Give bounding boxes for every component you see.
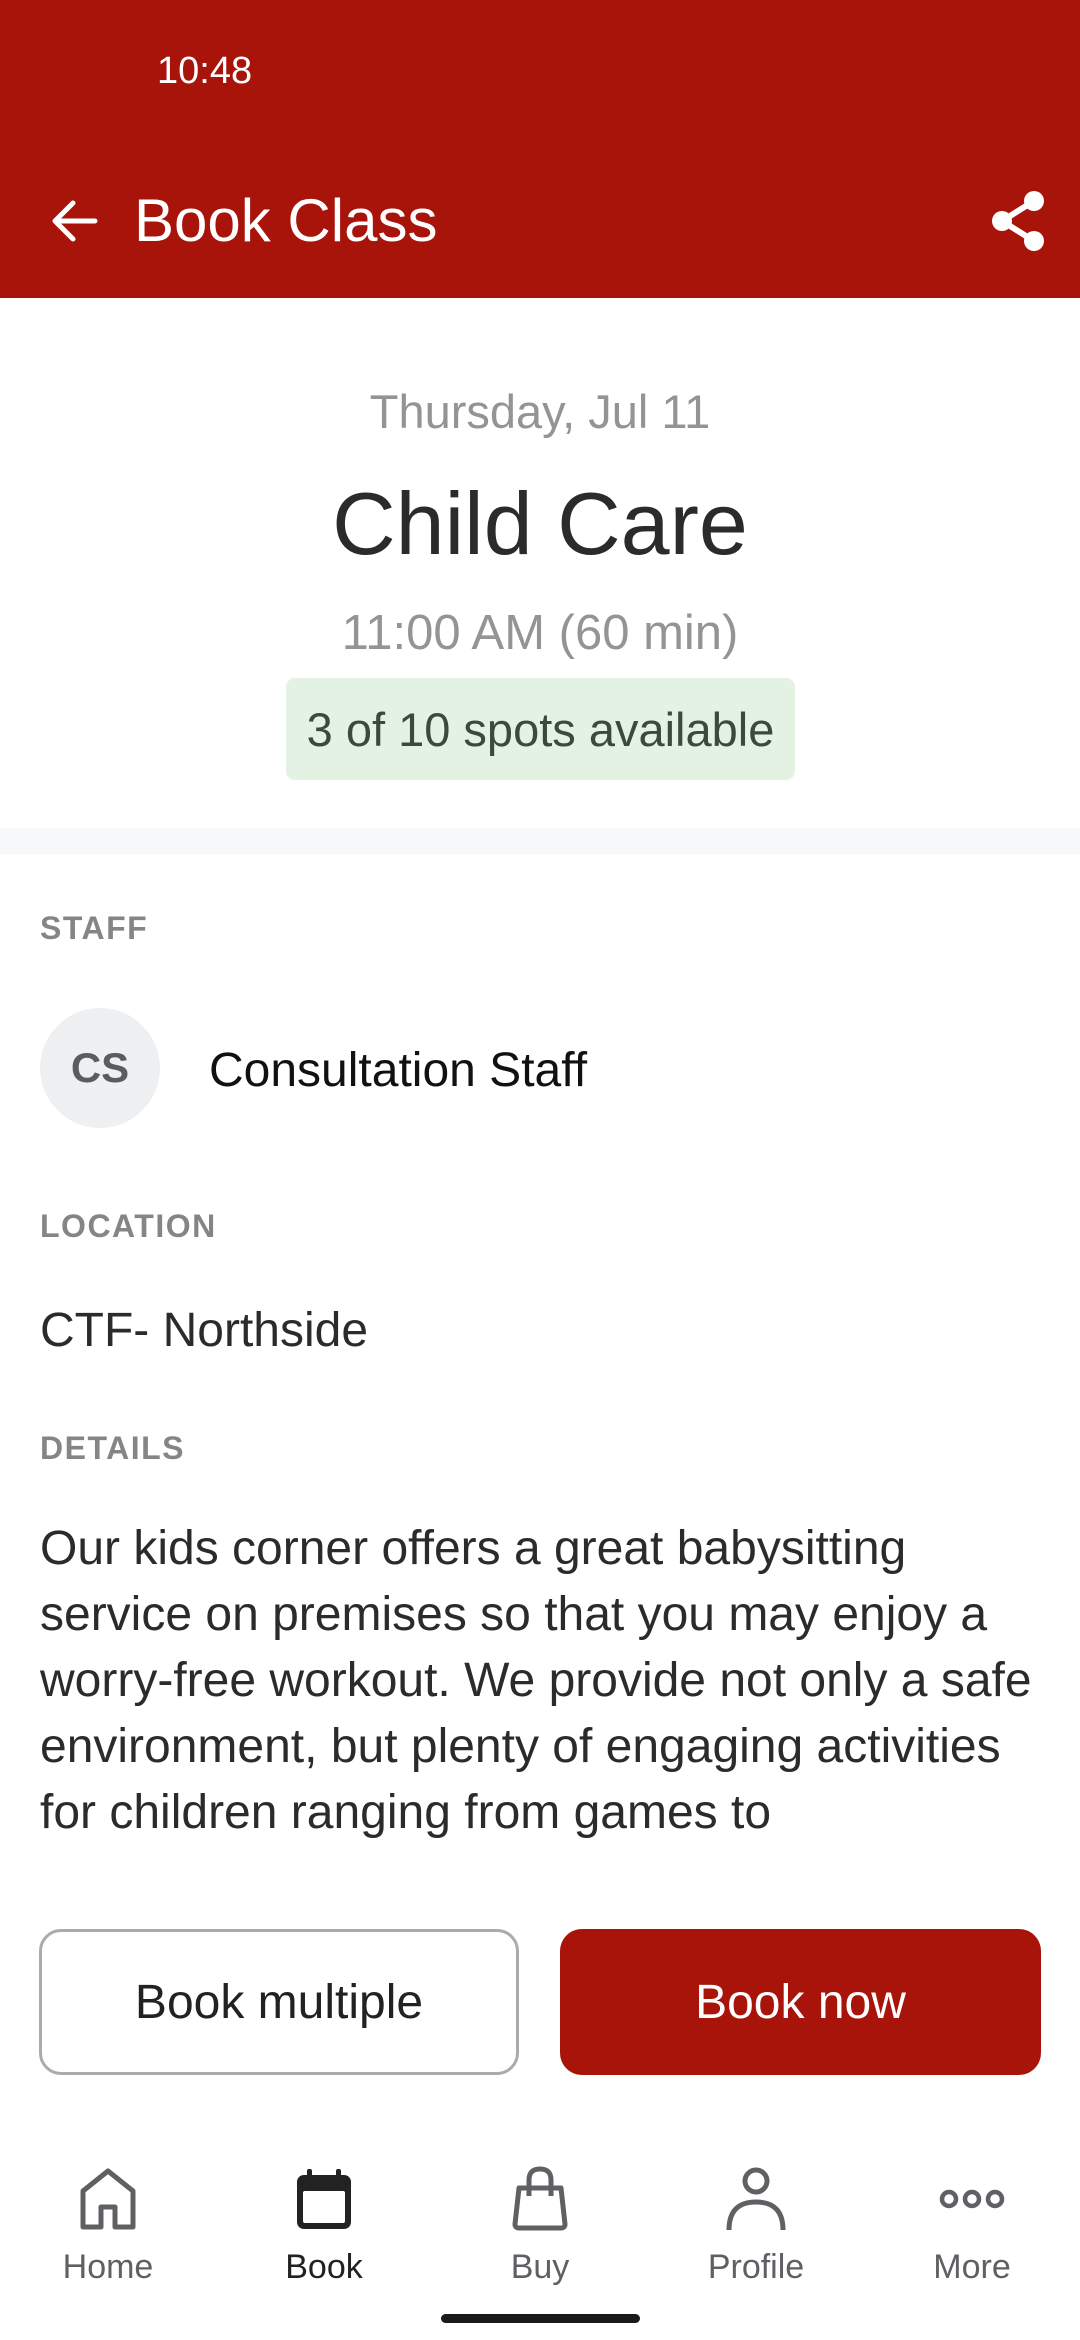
- nav-item-book[interactable]: Book: [216, 2150, 432, 2290]
- app-header: 10:48 Book Class: [0, 0, 1080, 298]
- class-title: Child Care: [332, 474, 748, 573]
- home-indicator[interactable]: [441, 2314, 640, 2323]
- class-time: 11:00 AM (60 min): [341, 606, 739, 660]
- class-date: Thursday, Jul 11: [369, 385, 711, 438]
- location-value: CTF- Northside: [40, 1304, 369, 1357]
- home-icon: [80, 2168, 136, 2230]
- profile-icon: [726, 2167, 786, 2231]
- more-icon: [939, 2189, 1005, 2209]
- details-scroll-area[interactable]: Our kids corner offers a great babysitti…: [40, 1516, 1050, 1862]
- details-label: DETAILS: [40, 1430, 186, 1466]
- calendar-icon: [297, 2169, 351, 2229]
- nav-item-buy[interactable]: Buy: [432, 2150, 648, 2290]
- shopping-bag-icon: [512, 2166, 568, 2231]
- details-text: Our kids corner offers a great babysitti…: [40, 1522, 1032, 1839]
- nav-label-more: More: [933, 2248, 1011, 2286]
- nav-item-profile[interactable]: Profile: [648, 2150, 864, 2290]
- nav-label-book: Book: [285, 2248, 363, 2286]
- staff-name[interactable]: Consultation Staff: [209, 1043, 587, 1098]
- book-multiple-button[interactable]: Book multiple: [39, 1929, 519, 2075]
- nav-item-more[interactable]: More: [864, 2150, 1080, 2290]
- back-button[interactable]: [40, 186, 110, 256]
- arrow-left-icon: [52, 200, 98, 242]
- share-icon: [992, 191, 1044, 251]
- status-time: 10:48: [157, 50, 253, 92]
- staff-label: STAFF: [40, 910, 149, 946]
- location-label: LOCATION: [40, 1208, 217, 1244]
- class-summary: Thursday, Jul 11 Child Care 11:00 AM (60…: [0, 298, 1080, 828]
- page-title: Book Class: [134, 187, 438, 254]
- section-divider: [0, 828, 1080, 854]
- nav-label-buy: Buy: [510, 2248, 570, 2286]
- nav-label-home: Home: [62, 2248, 154, 2286]
- share-button[interactable]: [978, 186, 1058, 256]
- nav-item-home[interactable]: Home: [0, 2150, 216, 2290]
- nav-label-profile: Profile: [707, 2248, 805, 2286]
- book-now-button[interactable]: Book now: [560, 1929, 1041, 2075]
- bottom-nav: Home Book Buy Profile More: [0, 2150, 1080, 2290]
- spots-badge: 3 of 10 spots available: [286, 678, 795, 780]
- staff-avatar: CS: [40, 1008, 160, 1128]
